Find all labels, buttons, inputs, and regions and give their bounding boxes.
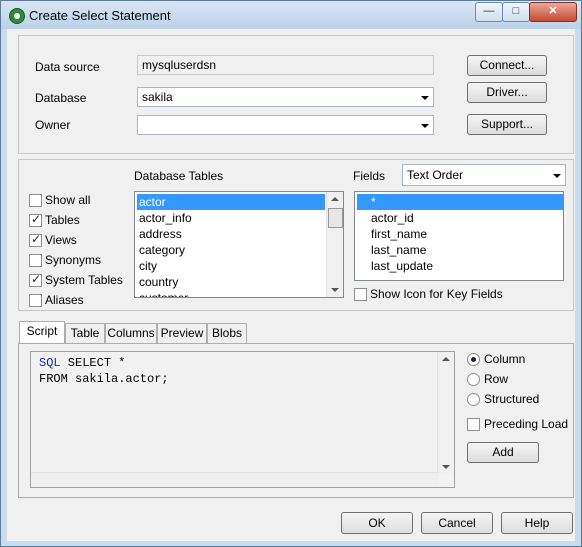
- list-item[interactable]: actor_info: [137, 210, 325, 226]
- list-item[interactable]: *: [357, 194, 563, 210]
- list-item[interactable]: category: [137, 242, 325, 258]
- fields-list[interactable]: * actor_id first_name last_name last_upd…: [354, 191, 564, 281]
- checkbox-box: [467, 418, 480, 431]
- title-bar[interactable]: Create Select Statement — □ ✕: [1, 1, 581, 29]
- tab-preview[interactable]: Preview: [157, 323, 207, 343]
- dialog-client-area: Data source mysqluserdsn Database sakila…: [7, 29, 575, 541]
- list-item[interactable]: first_name: [357, 226, 563, 242]
- tables-checkbox[interactable]: Tables: [29, 212, 109, 229]
- window-title: Create Select Statement: [29, 8, 171, 23]
- checkbox-label: Show all: [45, 193, 91, 207]
- field-order-value: Text Order: [407, 168, 464, 182]
- data-source-field: mysqluserdsn: [137, 55, 434, 75]
- scroll-thumb[interactable]: [328, 208, 343, 228]
- fields-label: Fields: [353, 169, 386, 183]
- field-order-dropdown[interactable]: Text Order: [402, 164, 566, 186]
- preceding-load-checkbox[interactable]: Preceding Load: [467, 417, 569, 433]
- scroll-up-icon[interactable]: [442, 357, 450, 361]
- scroll-down-icon[interactable]: [442, 465, 450, 469]
- checkbox-label: Preceding Load: [484, 417, 569, 431]
- checkbox-box: [29, 232, 42, 247]
- tables-fields-group: Database Tables Show all Tables Views Sy…: [18, 159, 574, 311]
- radio-label: Structured: [484, 392, 540, 406]
- add-button[interactable]: Add: [467, 442, 539, 463]
- checkbox-box: [29, 194, 42, 207]
- qlikview-app-icon: [9, 8, 25, 24]
- radio-label: Row: [484, 372, 509, 386]
- ok-button[interactable]: OK: [341, 512, 413, 534]
- chevron-down-icon: [421, 96, 429, 100]
- database-dropdown[interactable]: sakila: [137, 87, 434, 107]
- tab-columns[interactable]: Columns: [105, 323, 157, 343]
- checkbox-label: Show Icon for Key Fields: [370, 287, 503, 301]
- checkbox-box: [354, 288, 367, 301]
- connection-group: Data source mysqluserdsn Database sakila…: [18, 35, 574, 154]
- checkbox-label: Synonyms: [45, 253, 102, 267]
- tables-scrollbar[interactable]: [326, 192, 343, 297]
- list-item[interactable]: actor: [137, 194, 325, 210]
- list-item[interactable]: country: [137, 274, 325, 290]
- list-item[interactable]: last_update: [357, 258, 563, 274]
- checkbox-box: [29, 254, 42, 267]
- structured-radio[interactable]: Structured: [467, 392, 547, 408]
- database-label: Database: [35, 91, 87, 105]
- cancel-button[interactable]: Cancel: [421, 512, 493, 534]
- checkbox-label: Tables: [45, 213, 80, 227]
- scroll-up-icon[interactable]: [331, 197, 339, 201]
- tab-script[interactable]: Script: [19, 321, 65, 343]
- tab-table[interactable]: Table: [65, 323, 105, 343]
- sql-keyword: SQL: [39, 356, 61, 370]
- column-radio[interactable]: Column: [467, 352, 547, 368]
- checkbox-label: System Tables: [45, 273, 123, 287]
- script-vertical-scrollbar[interactable]: [437, 352, 454, 474]
- checkbox-label: Views: [45, 233, 77, 247]
- owner-label: Owner: [35, 118, 71, 132]
- support-button[interactable]: Support...: [467, 114, 547, 135]
- aliases-checkbox[interactable]: Aliases: [29, 293, 109, 309]
- radio-dot: [467, 373, 480, 386]
- tab-blobs[interactable]: Blobs: [207, 323, 247, 343]
- checkbox-box: [29, 212, 42, 227]
- radio-label: Column: [484, 352, 526, 366]
- radio-dot: [467, 353, 480, 366]
- owner-dropdown[interactable]: [137, 115, 434, 135]
- close-button[interactable]: ✕: [529, 2, 577, 22]
- script-tab-panel: SQL SELECT * FROM sakila.actor; Column R…: [18, 343, 574, 498]
- help-button[interactable]: Help: [501, 512, 573, 534]
- database-tables-header: Database Tables: [134, 169, 224, 183]
- driver-button[interactable]: Driver...: [467, 82, 547, 103]
- checkbox-box: [29, 294, 42, 307]
- database-value: sakila: [142, 90, 173, 104]
- scroll-down-icon[interactable]: [331, 288, 339, 292]
- show-icon-key-fields-checkbox[interactable]: Show Icon for Key Fields: [354, 287, 504, 303]
- script-horizontal-scrollbar[interactable]: [31, 472, 439, 487]
- list-item[interactable]: last_name: [357, 242, 563, 258]
- database-tables-list[interactable]: actor actor_info address category city c…: [134, 191, 344, 298]
- row-radio[interactable]: Row: [467, 372, 547, 388]
- views-checkbox[interactable]: Views: [29, 232, 109, 249]
- chevron-down-icon: [553, 174, 561, 178]
- synonyms-checkbox[interactable]: Synonyms: [29, 253, 109, 269]
- dialog-window: Create Select Statement — □ ✕ Data sourc…: [0, 0, 582, 547]
- chevron-down-icon: [421, 124, 429, 128]
- checkbox-box: [29, 272, 42, 287]
- show-all-checkbox[interactable]: Show all: [29, 193, 109, 209]
- radio-dot: [467, 393, 480, 406]
- checkbox-label: Aliases: [45, 293, 84, 307]
- code-line-2: FROM sakila.actor;: [39, 372, 169, 386]
- data-source-label: Data source: [35, 60, 100, 74]
- system-tables-checkbox[interactable]: System Tables: [29, 272, 129, 289]
- script-editor[interactable]: SQL SELECT * FROM sakila.actor;: [30, 351, 455, 488]
- list-item[interactable]: address: [137, 226, 325, 242]
- list-item[interactable]: actor_id: [357, 210, 563, 226]
- code-line-1: SQL SELECT *: [39, 356, 125, 370]
- connect-button[interactable]: Connect...: [467, 55, 547, 76]
- list-item[interactable]: customer: [137, 290, 325, 297]
- code-text: SELECT *: [60, 356, 126, 370]
- list-item[interactable]: city: [137, 258, 325, 274]
- minimize-button[interactable]: —: [475, 2, 503, 22]
- maximize-button[interactable]: □: [502, 2, 530, 22]
